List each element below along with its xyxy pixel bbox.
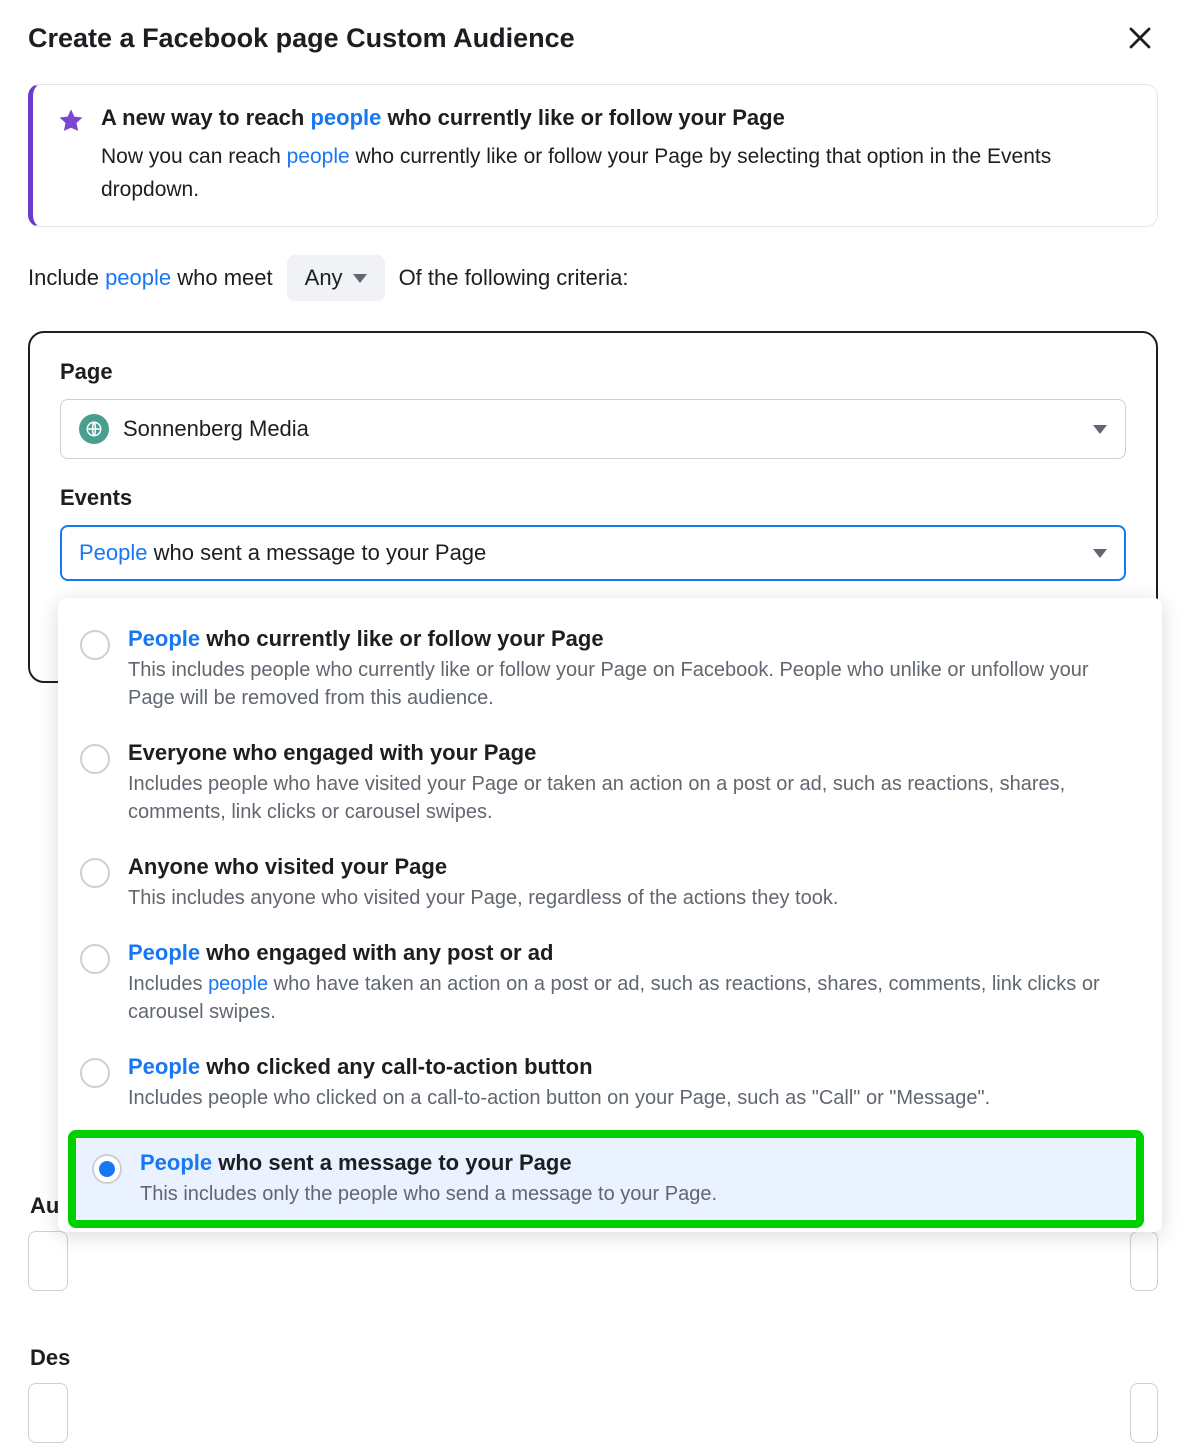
people-link[interactable]: people	[105, 265, 171, 290]
criteria-card: Page Sonnenberg Media Events People who …	[28, 331, 1158, 683]
radio-icon	[80, 1058, 110, 1088]
criteria-suffix: Of the following criteria:	[399, 265, 629, 291]
event-option-visited-page[interactable]: Anyone who visited your Page This includ…	[58, 840, 1154, 926]
event-option-like-follow[interactable]: People who currently like or follow your…	[58, 612, 1154, 726]
page-select[interactable]: Sonnenberg Media	[60, 399, 1126, 459]
page-field-label: Page	[60, 359, 1126, 385]
info-banner-title: A new way to reach people who currently …	[101, 105, 1133, 131]
close-button[interactable]	[1122, 20, 1158, 56]
highlight-annotation: People who sent a message to your Page T…	[68, 1130, 1144, 1228]
info-banner-body: Now you can reach people who currently l…	[101, 141, 1133, 206]
chevron-down-icon	[353, 274, 367, 283]
dialog-title: Create a Facebook page Custom Audience	[28, 23, 575, 54]
close-icon	[1129, 27, 1151, 49]
radio-icon	[80, 630, 110, 660]
star-icon	[57, 107, 85, 135]
criteria-row: Include people who meet Any Of the follo…	[28, 255, 1158, 301]
bg-label-description: Des	[28, 1345, 1158, 1371]
event-option-engaged-page[interactable]: Everyone who engaged with your Page Incl…	[58, 726, 1154, 840]
events-field-label: Events	[60, 485, 1126, 511]
radio-icon	[80, 744, 110, 774]
bg-input-stub	[1130, 1231, 1158, 1291]
chevron-down-icon	[1093, 549, 1107, 558]
bg-input-stub	[28, 1383, 68, 1443]
match-mode-dropdown[interactable]: Any	[287, 255, 385, 301]
event-option-engaged-post-ad[interactable]: People who engaged with any post or ad I…	[58, 926, 1154, 1040]
events-select[interactable]: People who sent a message to your Page	[60, 525, 1126, 581]
people-link[interactable]: people	[287, 145, 350, 168]
radio-icon	[80, 858, 110, 888]
radio-icon	[80, 944, 110, 974]
event-option-cta-click[interactable]: People who clicked any call-to-action bu…	[58, 1040, 1154, 1126]
bg-input-stub	[28, 1231, 68, 1291]
bg-input-stub	[1130, 1383, 1158, 1443]
radio-icon	[92, 1154, 122, 1184]
people-link[interactable]: people	[310, 105, 381, 130]
match-mode-label: Any	[305, 265, 343, 291]
events-dropdown: People who currently like or follow your…	[58, 598, 1162, 1232]
page-select-value: Sonnenberg Media	[123, 416, 309, 442]
event-option-sent-message[interactable]: People who sent a message to your Page T…	[76, 1138, 1136, 1220]
chevron-down-icon	[1093, 425, 1107, 434]
info-banner: A new way to reach people who currently …	[28, 84, 1158, 227]
page-avatar-icon	[79, 414, 109, 444]
events-select-value: People	[79, 540, 148, 565]
